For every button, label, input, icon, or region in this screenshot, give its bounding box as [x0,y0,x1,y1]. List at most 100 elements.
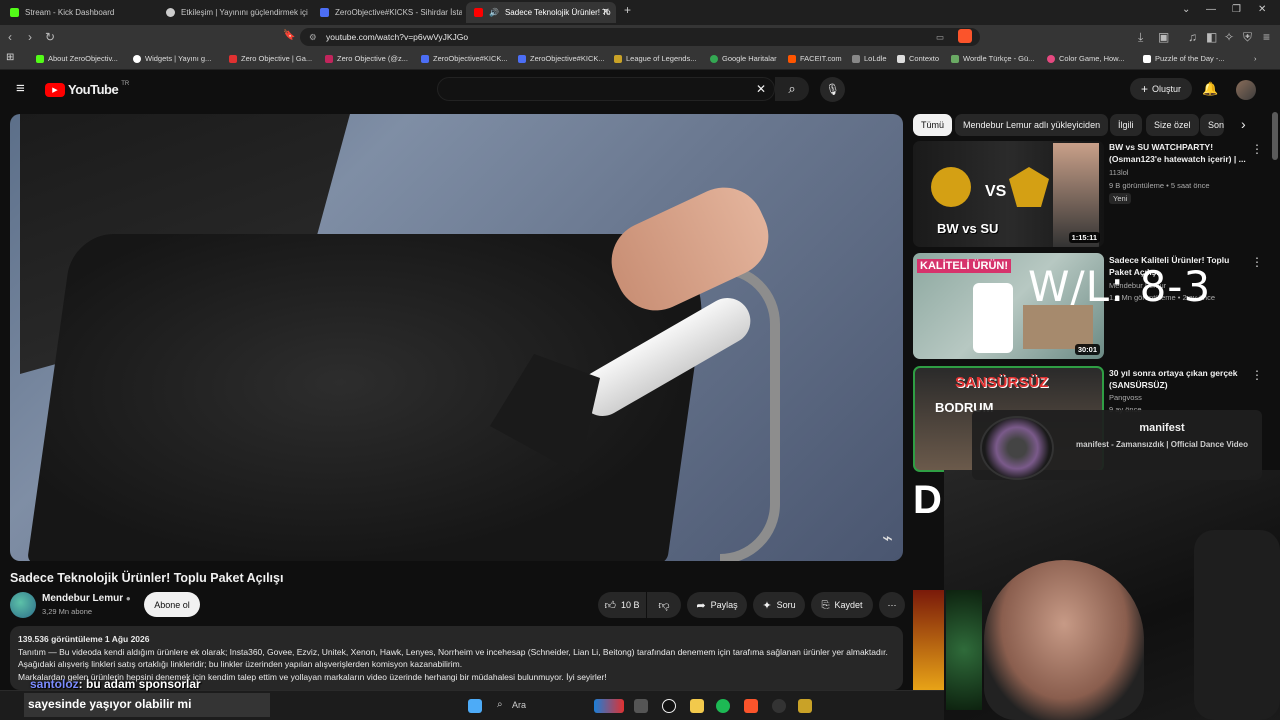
cast-icon[interactable]: ▭ [936,28,944,46]
lol-icon[interactable] [798,699,812,713]
bookmark-label: ZeroObjective#KICK... [433,54,508,63]
scrollbar-thumb[interactable] [1272,112,1278,160]
address-bar[interactable]: ⚙ youtube.com/watch?v=p6vwVyJKJGo ▭ [300,28,980,46]
tab-sihirdar[interactable]: ZeroObjective#KICKS - Sihirdar İstatis [312,2,462,23]
channel-name[interactable]: Pangvoss [1109,393,1142,402]
more-actions-button[interactable]: ⋯ [879,592,905,618]
menu-icon[interactable]: ≡ [1263,30,1270,44]
avatar[interactable] [1236,80,1256,100]
chat-message-line: sayesinde yaşıyor olabilir mi [24,693,270,717]
reload-icon[interactable]: ↻ [45,30,55,44]
media-icon[interactable]: ♫ [1188,30,1197,44]
download-icon[interactable]: ⤓ [1138,30,1143,45]
bookmark-label: LoLdle [864,54,887,63]
youtube-logo[interactable]: ▶ YouTube TR [45,81,129,97]
extensions-icon[interactable]: ▣ [1158,30,1169,44]
video-thumbnail[interactable]: D [913,478,944,584]
windows-start-icon[interactable] [468,699,482,713]
more-vertical-icon[interactable]: ⋮ [1251,142,1263,156]
tab-youtube-video[interactable]: 🔊 Sadece Teknolojik Ürünler! To ✕ [466,2,616,23]
apps-icon[interactable]: ⊞ [6,52,14,63]
leo-icon[interactable]: ✧ [1224,30,1234,44]
contexto-icon [897,54,905,63]
chip-recent[interactable]: Son [1200,114,1225,136]
bookmark-item[interactable]: League of Legends... [614,54,696,63]
voice-search-button[interactable]: 🎙 [820,77,845,102]
more-vertical-icon[interactable]: ⋮ [1251,255,1263,269]
bookmark-item[interactable]: LoLdle [852,54,887,63]
team-logo-icon [1009,167,1049,207]
bookmark-item[interactable]: Wordle Türkçe - Gü... [951,54,1034,63]
chip-related[interactable]: İlgili [1110,114,1142,136]
chip-from-uploader[interactable]: Mendebur Lemur adlı yükleyiciden [955,114,1109,136]
like-button[interactable]: 👍︎ 10 B [598,592,646,618]
folder-icon[interactable] [690,699,704,713]
video-title[interactable]: 30 yıl sonra ortaya çıkan gerçek (SANSÜR… [1109,367,1249,391]
close-tab-icon[interactable]: ✕ [602,7,610,18]
like-count: 10 B [620,600,640,610]
chip-all[interactable]: Tümü [913,114,953,136]
video-thumbnail[interactable] [913,590,944,690]
new-tab-icon[interactable]: + [624,3,631,17]
back-icon[interactable]: ‹ [8,30,12,44]
sidebar-icon[interactable]: ◧ [1206,30,1217,44]
task-view-icon[interactable] [634,699,648,713]
subscribe-button[interactable]: Abone ol [144,592,200,617]
bookmark-item[interactable]: About ZeroObjectiv... [36,54,118,63]
bookmark-item[interactable]: Zero Objective | Ga... [229,54,312,63]
create-button[interactable]: + Oluştur [1130,78,1192,100]
channel-name-row[interactable]: Mendebur Lemur ● [42,593,131,604]
video-title[interactable]: BW vs SU WATCHPARTY! (Osman123'e hatewat… [1109,141,1249,165]
maximize-icon[interactable]: ❐ [1232,4,1241,15]
url-text: youtube.com/watch?v=p6vwVyJKJGo [326,32,469,42]
channel-avatar[interactable] [10,592,36,618]
tab-title: Etkileşim | Yayınını güçlendirmek için [181,8,308,17]
video-thumbnail[interactable]: VS BW vs SU 1:15:11 [913,141,1104,247]
chevron-right-icon[interactable]: › [1238,116,1249,132]
app-icon[interactable] [772,699,786,713]
dislike-button[interactable]: 👎︎ [647,592,681,618]
obs-icon[interactable] [662,699,676,713]
more-vertical-icon[interactable]: ⋮ [1251,368,1263,382]
search-icon[interactable]: ⌕ [497,699,503,710]
brave-icon[interactable] [958,29,972,43]
bookmark-item[interactable]: FACEIT.com [788,54,842,63]
share-button[interactable]: ➦ Paylaş [687,592,747,618]
bookmark-item[interactable]: Color Game, How... [1047,54,1124,63]
taskbar-search-label[interactable]: Ara [512,700,526,710]
forward-icon[interactable]: › [28,30,32,44]
ask-button[interactable]: ✦ Soru [753,592,805,618]
bookmark-icon[interactable]: 🔖 [283,30,295,41]
minimize-icon[interactable]: — [1206,4,1216,15]
tab-title: Sadece Teknolojik Ürünler! To [504,8,611,17]
clear-search-icon[interactable]: ✕ [756,82,766,96]
chevron-down-icon[interactable]: ⌄ [1182,4,1190,15]
video-player[interactable]: ⌁ [10,114,903,561]
bookmark-item[interactable]: Zero Objective (@z... [325,54,408,63]
bookmark-item[interactable]: ZeroObjective#KICK... [421,54,508,63]
close-window-icon[interactable]: ✕ [1258,4,1266,15]
hamburger-menu-icon[interactable]: ≡ [16,80,25,97]
spotify-icon[interactable] [716,699,730,713]
notifications-bell-icon[interactable]: 🔔 [1202,81,1218,97]
widget-icon[interactable] [594,699,624,713]
shield-icon[interactable]: ⛨ [1243,30,1252,45]
now-playing-widget: manifest manifest - Zamansızdık | Offici… [972,410,1262,480]
bookmark-item[interactable]: Google Haritalar [710,54,777,63]
channel-name[interactable]: 113lol [1109,168,1128,177]
tab-kick-dashboard[interactable]: Stream - Kick Dashboard [2,2,152,23]
chip-for-you[interactable]: Size özel [1146,114,1199,136]
search-input[interactable]: ✕ [437,77,775,101]
bookmark-item[interactable]: Contexto [897,54,939,63]
tab-etkilesim[interactable]: Etkileşim | Yayınını güçlendirmek için [158,2,308,23]
bookmark-item[interactable]: ZeroObjective#KICK... [518,54,605,63]
site-info-icon[interactable]: ⚙ [309,28,317,46]
search-button[interactable]: ⌕ [775,77,809,101]
kick-icon [36,54,44,63]
bookmark-item[interactable]: Puzzle of the Day -... [1143,54,1225,63]
chevron-right-icon[interactable]: › [1254,54,1257,63]
bookmark-item[interactable]: Widgets | Yayını g... [133,54,211,63]
brave-icon[interactable] [744,699,758,713]
bookmark-label: FACEIT.com [800,54,842,63]
save-button[interactable]: ⎘ Kaydet [811,592,873,618]
